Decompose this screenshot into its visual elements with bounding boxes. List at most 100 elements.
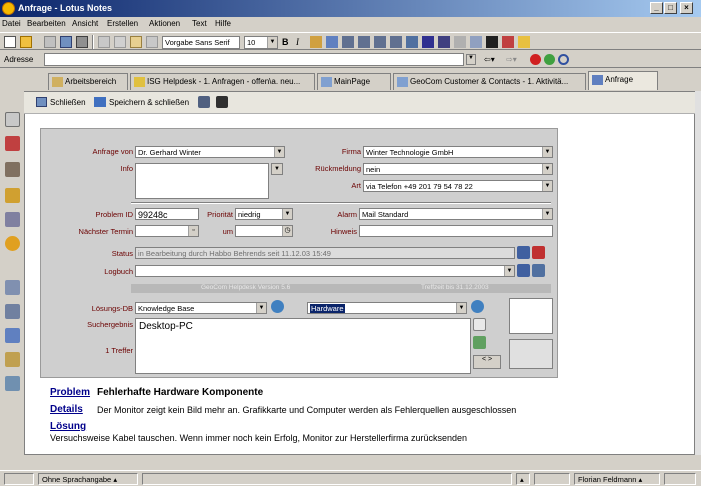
search-icon[interactable] — [558, 54, 569, 65]
cut-icon[interactable] — [98, 36, 110, 48]
status-history-icon[interactable] — [517, 246, 530, 259]
databases-icon[interactable] — [5, 304, 20, 319]
numbering-icon[interactable] — [358, 36, 370, 48]
menu-bearbeiten[interactable]: Bearbeiten — [27, 19, 66, 28]
stop-icon[interactable] — [530, 54, 541, 65]
suchergebnis-list[interactable]: Desktop-PC — [135, 318, 471, 374]
status-change-icon[interactable] — [532, 246, 545, 259]
details-text[interactable]: Der Monitor zeigt kein Bild mehr an. Gra… — [97, 405, 516, 415]
address-dropdown-button[interactable]: ▼ — [466, 54, 476, 65]
folder-icon[interactable] — [5, 352, 20, 367]
align-icon[interactable] — [326, 36, 338, 48]
font-select[interactable]: Vorgabe Sans Serif — [162, 36, 240, 49]
anfrage-von-select[interactable]: Dr. Gerhard Winter ▼ — [135, 146, 285, 158]
save-icon[interactable] — [60, 36, 72, 48]
logbuch-view-icon[interactable] — [517, 264, 530, 277]
menu-hilfe[interactable]: Hilfe — [215, 19, 231, 28]
back-icon[interactable] — [44, 36, 56, 48]
prioritaet-select[interactable]: niedrig ▼ — [235, 208, 293, 220]
kategorie-select[interactable]: Hardware ▼ — [307, 302, 467, 314]
firma-select[interactable]: Winter Technologie GmbH ▼ — [363, 146, 553, 158]
menu-erstellen[interactable]: Erstellen — [107, 19, 138, 28]
forward-nav-icon[interactable]: ⇨▾ — [506, 55, 517, 64]
link-icon[interactable] — [454, 36, 466, 48]
maximize-button[interactable]: □ — [664, 2, 677, 14]
logbuch-edit-icon[interactable] — [532, 264, 545, 277]
info-textarea[interactable] — [135, 163, 269, 199]
find-action-icon[interactable] — [216, 96, 228, 108]
paragraph-icon[interactable] — [406, 36, 418, 48]
history-icon[interactable] — [5, 376, 20, 391]
search-db-icon[interactable] — [271, 300, 284, 313]
location-status[interactable] — [534, 473, 570, 485]
highlight-icon[interactable] — [310, 36, 322, 48]
problem-text[interactable]: Fehlerhafte Hardware Komponente — [97, 387, 263, 398]
attach-icon[interactable] — [470, 36, 482, 48]
menu-datei[interactable]: Datei — [2, 19, 21, 28]
find-icon[interactable] — [486, 36, 498, 48]
menu-aktionen[interactable]: Aktionen — [149, 19, 180, 28]
italic-button[interactable]: I — [296, 37, 299, 47]
refresh-icon[interactable] — [544, 54, 555, 65]
art-select[interactable]: via Telefon +49 201 79 54 78 22 ▼ — [363, 180, 553, 192]
inbox-status[interactable] — [664, 473, 696, 485]
paste-icon[interactable] — [130, 36, 142, 48]
um-field[interactable]: ◷ — [235, 225, 293, 237]
vertical-scrollbar[interactable] — [695, 91, 701, 455]
favorites-icon[interactable] — [5, 280, 20, 295]
hinweis-field[interactable] — [359, 225, 553, 237]
table-icon[interactable] — [438, 36, 450, 48]
close-button[interactable]: × — [680, 2, 693, 14]
back-nav-icon[interactable]: ⇦▾ — [484, 55, 495, 64]
open-icon[interactable] — [20, 36, 32, 48]
tab-mainpage[interactable]: MainPage — [317, 73, 391, 90]
status-scroll-button[interactable]: ▴ — [516, 473, 530, 485]
loesungs-db-select[interactable]: Knowledge Base ▼ — [135, 302, 267, 314]
tab-isg-helpdesk[interactable]: ISG Helpdesk - 1. Anfragen - offen\a. ne… — [130, 73, 315, 90]
loesung-text[interactable]: Versuchsweise Kabel tauschen. Wenn immer… — [50, 433, 467, 443]
font-size-select[interactable]: 10 ▼ — [244, 36, 278, 49]
text-color-icon[interactable] — [422, 36, 434, 48]
calendar-icon[interactable] — [5, 136, 20, 151]
more-bookmarks-icon[interactable] — [5, 328, 20, 343]
result-paging-buttons[interactable]: < > — [473, 355, 501, 369]
tab-geocom-customer[interactable]: GeoCom Customer & Contacts - 1. Aktivitä… — [393, 73, 586, 90]
address-input[interactable] — [44, 53, 464, 66]
user-status[interactable]: Florian Feldmann ▴ — [574, 473, 660, 485]
print-action-icon[interactable] — [198, 96, 210, 108]
tab-anfrage[interactable]: Anfrage — [588, 71, 658, 90]
result-copy-icon[interactable] — [473, 318, 486, 331]
mail-icon[interactable] — [5, 112, 20, 127]
web-icon[interactable] — [5, 236, 20, 251]
search-category-icon[interactable] — [471, 300, 484, 313]
language-status[interactable]: Ohne Sprachangabe ▴ — [38, 473, 138, 485]
logbuch-select[interactable]: ▼ — [135, 265, 515, 277]
problem-id-field[interactable]: 99248c — [135, 208, 199, 220]
address-book-icon[interactable] — [5, 162, 20, 177]
close-action-button[interactable]: Schließen — [50, 98, 86, 107]
result-open-icon[interactable] — [473, 336, 486, 349]
naechster-termin-field[interactable]: ▫ — [135, 225, 199, 237]
minimize-button[interactable]: _ — [650, 2, 663, 14]
todo-icon[interactable] — [5, 188, 20, 203]
rueckmeldung-select[interactable]: nein ▼ — [363, 163, 553, 175]
spellcheck-icon[interactable] — [502, 36, 514, 48]
alarm-select[interactable]: Mail Standard ▼ — [359, 208, 553, 220]
tab-arbeitsbereich[interactable]: Arbeitsbereich — [48, 73, 128, 90]
format-painter-icon[interactable] — [146, 36, 158, 48]
page-icon — [397, 77, 408, 87]
copy-icon[interactable] — [114, 36, 126, 48]
new-icon[interactable] — [4, 36, 16, 48]
indent-icon[interactable] — [374, 36, 386, 48]
menu-text[interactable]: Text — [192, 19, 207, 28]
info-dropdown-button[interactable]: ▼ — [271, 163, 283, 175]
outdent-icon[interactable] — [390, 36, 402, 48]
workspace-icon — [52, 77, 63, 87]
print-icon[interactable] — [76, 36, 88, 48]
properties-icon[interactable] — [518, 36, 530, 48]
bullets-icon[interactable] — [342, 36, 354, 48]
replicator-icon[interactable] — [5, 212, 20, 227]
save-close-action-button[interactable]: Speichern & schließen — [109, 98, 189, 107]
menu-ansicht[interactable]: Ansicht — [72, 19, 98, 28]
bold-button[interactable]: B — [282, 37, 289, 47]
